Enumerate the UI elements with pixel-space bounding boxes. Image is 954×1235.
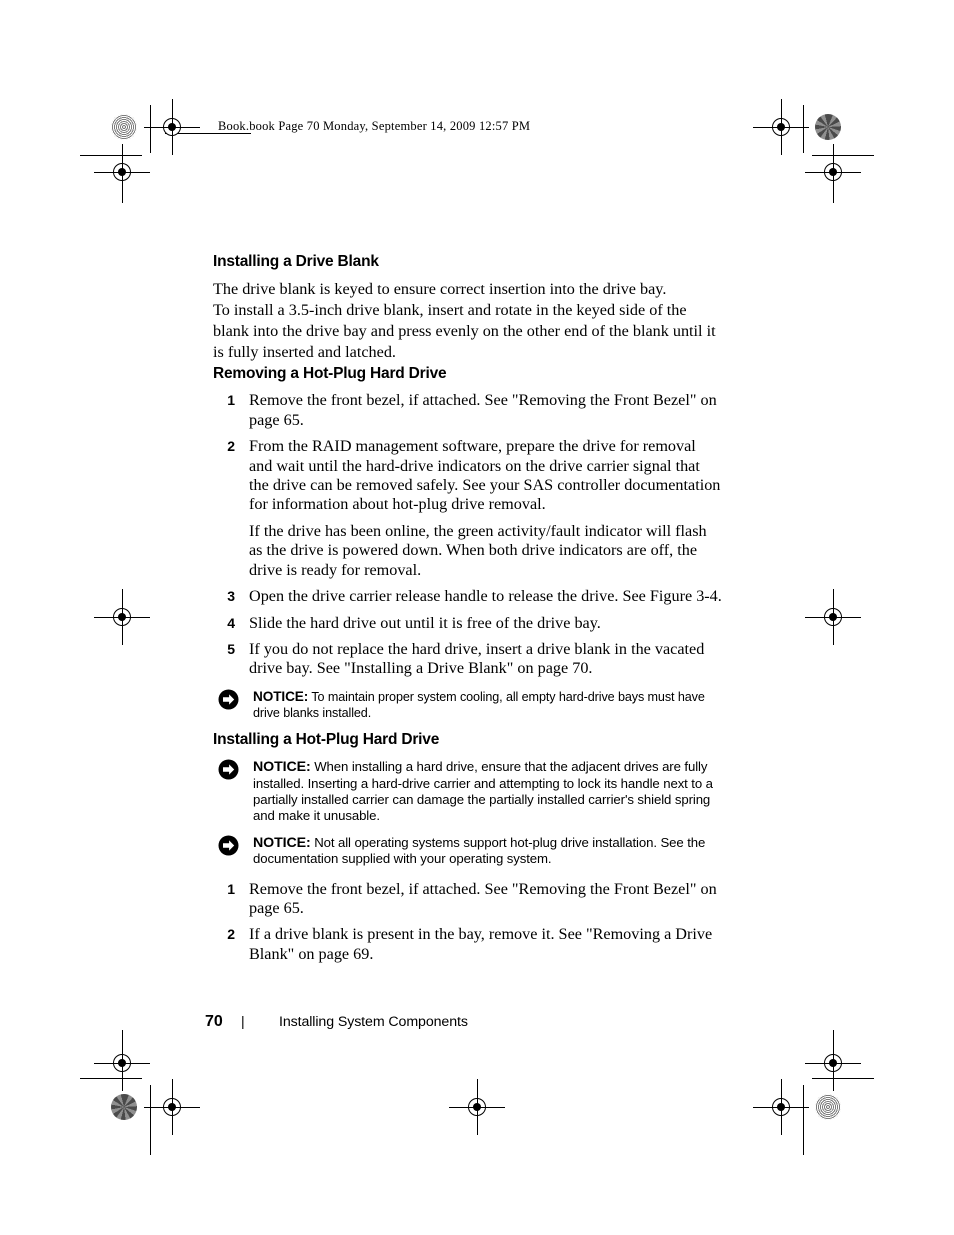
trim-line-left-vertical [150,105,151,153]
step-sub-paragraph: If the drive has been online, the green … [249,521,707,579]
step-text: Remove the front bezel, if attached. See… [249,879,717,917]
step-number: 4 [227,614,235,631]
step-list-removing: 1 Remove the front bezel, if attached. S… [213,391,723,678]
notice-arrow-icon [218,835,239,856]
section-heading-removing-a-hot-plug-hard-drive: Removing a Hot-Plug Hard Drive [213,364,447,382]
notice-callout: NOTICE: Not all operating systems suppor… [216,835,723,868]
page-footer: 70 | Installing System Components [205,1013,468,1031]
notice-text: Not all operating systems support hot-pl… [253,834,706,867]
step-text: If a drive blank is present in the bay, … [249,925,713,963]
section-heading-installing-a-drive-blank: Installing a Drive Blank [213,253,379,270]
step-list-installing: 1 Remove the front bezel, if attached. S… [213,880,723,965]
notice-label: NOTICE: [253,688,309,704]
step-number: 1 [227,880,235,897]
step-number: 5 [227,640,235,657]
body-paragraph-line: To install a 3.5-inch drive blank, inser… [213,301,687,320]
step-number: 2 [227,926,235,943]
notice-text: To maintain proper system cooling, all e… [253,689,705,720]
step-text: From the RAID management software, prepa… [249,437,721,514]
trim-line-top-left-horizontal [80,155,142,156]
notice-callout: NOTICE: To maintain proper system coolin… [216,689,723,722]
list-item: 2 From the RAID management software, pre… [213,437,723,580]
section-heading-installing-a-hot-plug-hard-drive: Installing a Hot-Plug Hard Drive [213,731,440,749]
list-item: 3 Open the drive carrier release handle … [213,587,723,606]
color-calibration-dot-top-left [111,114,137,140]
notice-callout: NOTICE: When installing a hard drive, en… [216,759,723,825]
color-calibration-dot-bottom-left [111,1094,137,1120]
step-number: 2 [227,438,235,455]
page-content: Installing a Drive Blank The drive blank… [213,253,723,971]
color-calibration-dot-bottom-right [815,1094,841,1120]
notice-arrow-icon [218,759,239,780]
trim-line-right-vertical [803,105,804,153]
document-header-text: Book.book Page 70 Monday, September 14, … [218,119,531,133]
list-item: 1 Remove the front bezel, if attached. S… [213,391,723,430]
body-paragraph-line: blank into the drive bay and press evenl… [213,322,716,341]
trim-line-left-vertical-footer [150,1085,151,1155]
list-item: 4 Slide the hard drive out until it is f… [213,614,723,633]
footer-page-number: 70 [205,1013,223,1030]
footer-title: Installing System Components [279,1014,468,1030]
body-paragraph-line: The drive blank is keyed to ensure corre… [213,279,667,298]
trim-line-bottom-right-horizontal [812,1078,874,1079]
step-number: 3 [227,588,235,605]
list-item: 5 If you do not replace the hard drive, … [213,640,723,679]
list-item: 1 Remove the front bezel, if attached. S… [213,880,723,919]
list-item: 2 If a drive blank is present in the bay… [213,925,723,964]
step-text: If you do not replace the hard drive, in… [249,639,705,678]
document-page: Book.book Page 70 Monday, September 14, … [0,0,954,1235]
step-text: Slide the hard drive out until it is fre… [249,613,601,632]
notice-label: NOTICE: [253,759,311,776]
footer-separator: | [241,1013,245,1029]
notice-text: When installing a hard drive, ensure tha… [253,759,713,824]
trim-line-top-right-horizontal [812,155,874,156]
body-paragraph-line: is fully inserted and latched. [213,343,396,362]
step-number: 1 [227,392,235,409]
color-calibration-dot-top-right [815,114,841,140]
notice-arrow-icon [218,689,239,710]
trim-line-right-vertical-footer [803,1085,804,1155]
step-text: Open the drive carrier release handle to… [249,587,722,606]
notice-label: NOTICE: [253,834,311,851]
trim-line-bottom-left-horizontal [80,1078,142,1079]
step-text: Remove the front bezel, if attached. See… [249,391,717,429]
